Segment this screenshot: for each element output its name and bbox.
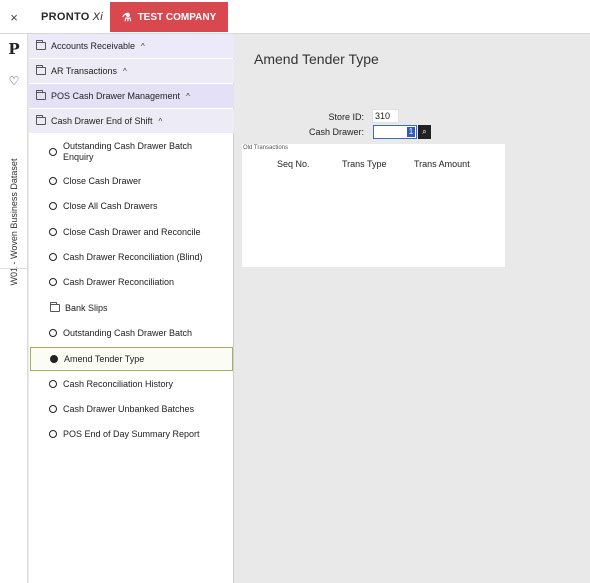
menu-item-cash-drawer-unbanked-batches[interactable]: Cash Drawer Unbanked Batches xyxy=(29,397,234,421)
menu-item-cash-reconciliation-history[interactable]: Cash Reconciliation History xyxy=(29,372,234,396)
column-header-trans-amount[interactable]: Trans Amount xyxy=(414,159,470,169)
folder-label: Cash Drawer End of Shift xyxy=(51,116,153,126)
radio-icon xyxy=(49,278,57,286)
brand-suffix: Xi xyxy=(92,11,104,23)
left-rail: P ♡ W01 - Woven Business Dataset xyxy=(0,34,28,583)
panel-title: Old Transactions xyxy=(243,145,289,151)
menu-item-label: Cash Drawer Reconciliation xyxy=(63,276,175,287)
store-id-value: 310 xyxy=(372,109,399,123)
page-title: Amend Tender Type xyxy=(254,51,379,67)
radio-icon xyxy=(49,202,57,210)
menu-item-label: Close Cash Drawer xyxy=(63,175,142,186)
cash-drawer-label: Cash Drawer: xyxy=(308,127,364,137)
folder-icon xyxy=(36,40,46,50)
folder-ar-transactions[interactable]: AR Transactions ^ xyxy=(29,59,234,83)
menu-item-pos-end-of-day-summary-report[interactable]: POS End of Day Summary Report xyxy=(29,422,234,446)
menu-item-close-cash-drawer-and-reconcile[interactable]: Close Cash Drawer and Reconcile xyxy=(29,220,234,244)
sidebar-menu: Accounts Receivable ^ AR Transactions ^ … xyxy=(29,34,234,583)
menu-item-label: Close Cash Drawer and Reconcile xyxy=(63,226,201,237)
menu-item-outstanding-cash-drawer-batch[interactable]: Outstanding Cash Drawer Batch xyxy=(29,321,234,345)
dataset-label[interactable]: W01 - Woven Business Dataset xyxy=(9,159,19,286)
menu-item-label: Outstanding Cash Drawer Batch xyxy=(63,327,193,338)
folder-icon xyxy=(36,90,46,100)
old-transactions-panel: Old Transactions Seq No. Trans Type Tran… xyxy=(242,144,505,267)
brand-name: PRONTO xyxy=(40,11,90,23)
top-bar: × PRONTO Xi ⚗ TEST COMPANY xyxy=(0,0,590,34)
company-name: TEST COMPANY xyxy=(137,11,217,23)
brand-logo[interactable]: PRONTO Xi xyxy=(34,0,110,34)
menu-item-bank-slips[interactable]: Bank Slips xyxy=(29,296,234,320)
store-id-label: Store ID: xyxy=(328,112,364,122)
menu-item-close-all-cash-drawers[interactable]: Close All Cash Drawers xyxy=(29,194,234,218)
folder-pos-cash-drawer-management[interactable]: POS Cash Drawer Management ^ xyxy=(29,84,234,108)
menu-item-close-cash-drawer[interactable]: Close Cash Drawer xyxy=(29,169,234,193)
cash-drawer-value: 1 xyxy=(407,127,415,137)
folder-cash-drawer-end-of-shift[interactable]: Cash Drawer End of Shift ^ xyxy=(29,109,234,133)
radio-icon xyxy=(49,148,57,156)
radio-icon xyxy=(49,380,57,388)
menu-item-label: Bank Slips xyxy=(65,302,108,313)
pronto-logo-icon[interactable]: P xyxy=(0,40,28,58)
chevron-up-icon: ^ xyxy=(186,91,190,101)
radio-icon xyxy=(49,177,57,185)
rail-divider xyxy=(0,268,28,269)
menu-item-label: Cash Reconciliation History xyxy=(63,378,174,389)
folder-label: AR Transactions xyxy=(51,66,118,76)
chevron-up-icon: ^ xyxy=(123,66,127,76)
radio-icon xyxy=(49,405,57,413)
folder-icon xyxy=(36,65,46,75)
menu-item-label: POS End of Day Summary Report xyxy=(63,428,200,439)
chevron-up-icon: ^ xyxy=(141,41,145,51)
menu-item-label: Cash Drawer Unbanked Batches xyxy=(63,403,195,414)
folder-label: Accounts Receivable xyxy=(51,41,136,51)
menu-item-cash-drawer-reconciliation[interactable]: Cash Drawer Reconciliation xyxy=(29,270,234,294)
menu-item-label: Close All Cash Drawers xyxy=(63,200,158,211)
radio-icon xyxy=(49,228,57,236)
radio-icon xyxy=(49,430,57,438)
radio-icon xyxy=(49,253,57,261)
radio-selected-icon xyxy=(50,355,58,363)
menu-item-label: Cash Drawer Reconciliation (Blind) xyxy=(63,251,203,262)
search-icon[interactable]: ⌕ xyxy=(418,125,431,139)
folder-label: POS Cash Drawer Management xyxy=(51,91,181,101)
column-header-trans-type[interactable]: Trans Type xyxy=(342,159,387,169)
heart-icon[interactable]: ♡ xyxy=(0,74,28,88)
folder-icon xyxy=(36,115,46,125)
column-header-seq-no[interactable]: Seq No. xyxy=(277,159,310,169)
menu-item-outstanding-cash-drawer-batch-enquiry[interactable]: Outstanding Cash Drawer Batch Enquiry xyxy=(29,138,234,166)
chevron-up-icon: ^ xyxy=(158,116,163,126)
folder-icon xyxy=(50,302,60,312)
menu-item-cash-drawer-reconciliation-blind[interactable]: Cash Drawer Reconciliation (Blind) xyxy=(29,245,234,269)
company-badge[interactable]: ⚗ TEST COMPANY xyxy=(110,2,228,32)
folder-accounts-receivable[interactable]: Accounts Receivable ^ xyxy=(29,34,234,58)
flask-icon: ⚗ xyxy=(121,11,132,24)
menu-item-label: Outstanding Cash Drawer Batch Enquiry xyxy=(63,141,193,162)
menu-item-label: Amend Tender Type xyxy=(64,353,145,364)
menu-item-amend-tender-type[interactable]: Amend Tender Type xyxy=(30,347,233,371)
cash-drawer-input[interactable]: 1 xyxy=(373,125,417,139)
main-content: Amend Tender Type Store ID: 310 Cash Dra… xyxy=(234,34,590,583)
radio-icon xyxy=(49,329,57,337)
close-icon[interactable]: × xyxy=(0,0,28,34)
